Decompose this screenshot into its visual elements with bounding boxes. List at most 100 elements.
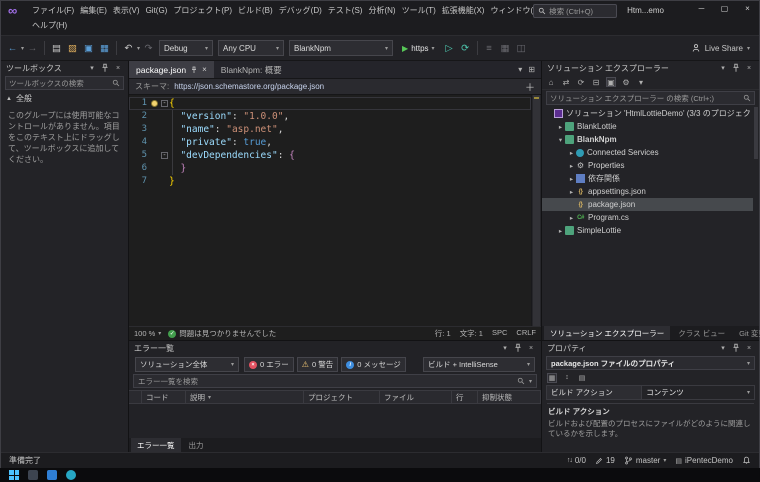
code-line[interactable]: 3 "name": "asp.net", — [129, 123, 531, 136]
pending-changes-status[interactable]: 19 — [595, 456, 615, 465]
column-header[interactable]: コード — [142, 391, 186, 403]
scrollbar-thumb[interactable] — [754, 107, 758, 159]
error-scope-dropdown[interactable]: ソリューション全体 ▾ — [135, 357, 239, 372]
pin-icon[interactable] — [731, 63, 741, 73]
taskbar-app-icon[interactable] — [47, 470, 57, 480]
code-line[interactable]: 2 "version": "1.0.0", — [129, 110, 531, 123]
schema-url[interactable]: https://json.schemastore.org/package.jso… — [174, 82, 324, 91]
zoom-dropdown[interactable]: 100 % ▾ — [134, 329, 161, 338]
fold-marker-icon[interactable]: - — [161, 100, 168, 107]
close-icon[interactable]: × — [744, 63, 754, 73]
startup-project-dropdown[interactable]: BlankNpm ▾ — [289, 40, 394, 56]
menu-item[interactable]: ファイル(F) — [29, 5, 77, 16]
alphabetical-icon[interactable]: ↕ — [562, 373, 572, 383]
navigate-forward-icon[interactable]: → — [25, 41, 40, 56]
solution-explorer-search-input[interactable]: ソリューション エクスプローラー の検索 (Ctrl+;) — [546, 91, 755, 105]
start-debugging-button[interactable]: ▶ https ▾ — [398, 40, 439, 56]
toolbox-group-general[interactable]: ▲ 全般 — [1, 92, 128, 105]
add-schema-icon[interactable]: ＋ — [525, 79, 535, 94]
tree-item[interactable]: ▸ BlankLottie — [542, 120, 759, 133]
new-tab-group-icon[interactable]: ⊞ — [528, 65, 535, 74]
redo-icon[interactable]: ↷ — [141, 41, 156, 56]
property-value-cell[interactable]: コンテンツ ▾ — [642, 386, 754, 399]
save-icon[interactable]: ▣ — [81, 41, 96, 56]
column-header[interactable]: プロジェクト — [304, 391, 380, 403]
git-repo-selector[interactable]: ▤ iPentecDemo — [675, 456, 733, 465]
platform-dropdown[interactable]: Any CPU ▾ — [218, 40, 285, 56]
property-row[interactable]: ビルド アクション コンテンツ ▾ — [546, 385, 755, 400]
taskbar-app-icon[interactable] — [28, 470, 38, 480]
undo-icon[interactable]: ↶ — [121, 41, 136, 56]
menu-item[interactable]: ツール(T) — [399, 5, 439, 16]
tree-caret-icon[interactable]: ▸ — [567, 214, 576, 222]
menu-item[interactable]: 分析(N) — [365, 5, 398, 16]
chevron-down-icon[interactable]: ▾ — [87, 63, 97, 73]
menu-item[interactable]: 拡張機能(X) — [439, 5, 488, 16]
error-filter-dropdown[interactable]: ビルド + IntelliSense ▾ — [423, 357, 535, 372]
close-icon[interactable]: × — [113, 63, 123, 73]
chevron-down-icon[interactable]: ▾ — [500, 343, 510, 353]
new-file-icon[interactable]: ▤ — [49, 41, 64, 56]
tab-close-icon[interactable]: × — [202, 65, 207, 74]
grid-icon[interactable]: ▦ — [498, 41, 513, 56]
split-window-icon[interactable]: ◫ — [514, 41, 529, 56]
tree-caret-icon[interactable]: ▸ — [567, 162, 576, 170]
tree-item[interactable]: ▸ C# Program.cs — [542, 211, 759, 224]
menu-item[interactable]: デバッグ(D) — [276, 5, 325, 16]
code-line[interactable]: 4 "private": true, — [129, 136, 531, 149]
git-branch-selector[interactable]: master ▾ — [624, 456, 666, 465]
document-health[interactable]: ✓ 問題は見つかりませんでした — [168, 328, 276, 339]
tree-item[interactable]: ▸ ⚙ Properties — [542, 159, 759, 172]
fold-marker-icon[interactable]: - — [161, 152, 168, 159]
menu-item[interactable]: ビルド(B) — [235, 5, 276, 16]
close-button[interactable]: × — [736, 1, 759, 16]
minimize-button[interactable]: ─ — [690, 1, 713, 16]
solution-scrollbar[interactable] — [753, 107, 759, 326]
schema-bar[interactable]: スキーマ: https://json.schemastore.org/packa… — [129, 79, 541, 95]
navigate-back-icon[interactable]: ← — [5, 41, 20, 56]
refresh-icon[interactable]: ⟳ — [576, 77, 586, 87]
panel-tab[interactable]: Git 変更 — [733, 326, 760, 340]
tab-list-icon[interactable]: ▾ — [518, 65, 522, 74]
list-icon[interactable]: ≡ — [482, 41, 497, 56]
messages-toggle[interactable]: i 0 メッセージ — [341, 357, 406, 372]
pin-icon[interactable] — [100, 63, 110, 73]
code-line[interactable]: 5 - "devDependencies": { — [129, 149, 531, 162]
close-icon[interactable]: × — [744, 343, 754, 353]
toolbox-search-input[interactable]: ツールボックスの検索 — [5, 76, 124, 90]
pin-icon[interactable] — [731, 343, 741, 353]
properties-icon[interactable]: ⚙ — [621, 77, 631, 87]
tree-item[interactable]: ソリューション 'HtmlLottieDemo' (3/3 のプロジェクト) — [542, 107, 759, 120]
error-list-search-input[interactable]: エラー一覧を検索 ▾ — [133, 374, 537, 388]
property-pages-icon[interactable]: ▤ — [577, 373, 587, 383]
configuration-dropdown[interactable]: Debug ▾ — [159, 40, 214, 56]
git-sync-status[interactable]: ↑↓ 0/0 — [567, 456, 586, 465]
tree-caret-icon[interactable]: ▸ — [567, 149, 576, 157]
tree-caret-icon[interactable]: ▾ — [556, 136, 565, 144]
tree-item[interactable]: ▸{} appsettings.json — [542, 185, 759, 198]
live-share-button[interactable]: Live Share ▾ — [691, 43, 755, 53]
notifications-button[interactable] — [742, 456, 751, 465]
categorized-icon[interactable]: ▦ — [547, 372, 557, 383]
warnings-toggle[interactable]: ⚠ 0 警告 — [296, 357, 339, 372]
eol-indicator[interactable]: CRLF — [516, 328, 536, 339]
taskbar-app-icon[interactable] — [66, 470, 76, 480]
tree-caret-icon[interactable]: ▸ — [567, 188, 576, 196]
lightbulb-icon[interactable] — [151, 100, 158, 107]
panel-tab[interactable]: 出力 — [183, 438, 210, 452]
editor-tab[interactable]: package.json × — [129, 61, 214, 78]
tree-caret-icon[interactable]: ▸ — [567, 175, 576, 183]
maximize-button[interactable]: ▢ — [713, 1, 736, 16]
property-name-cell[interactable]: ビルド アクション — [547, 386, 643, 399]
tree-item[interactable]: ▸ 依存関係 — [542, 172, 759, 185]
chevron-down-icon[interactable]: ▾ — [718, 343, 728, 353]
menu-item[interactable]: Git(G) — [143, 6, 171, 15]
menu-item[interactable]: 編集(E) — [77, 5, 110, 16]
save-all-icon[interactable]: ▦ — [97, 41, 112, 56]
indent-indicator[interactable]: SPC — [492, 328, 507, 339]
menu-item[interactable]: テスト(S) — [325, 5, 366, 16]
tree-item[interactable]: ▾ BlankNpm — [542, 133, 759, 146]
errors-toggle[interactable]: × 0 エラー — [244, 357, 294, 372]
vertical-scrollbar[interactable] — [531, 95, 541, 326]
code-line[interactable]: 7} — [129, 175, 531, 188]
